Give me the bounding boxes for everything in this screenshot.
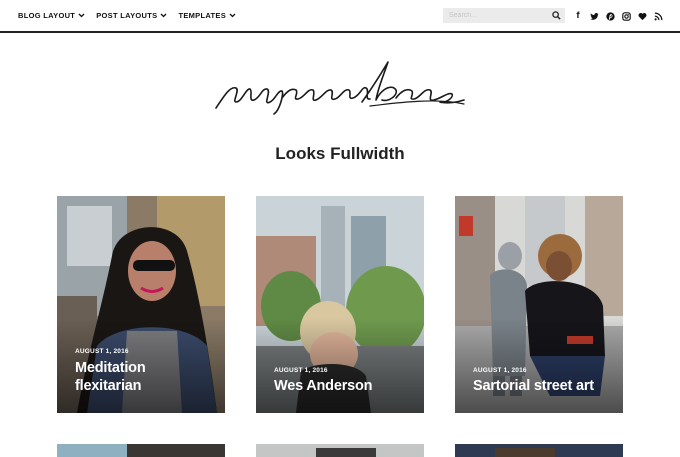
chevron-down-icon: [78, 13, 85, 18]
post-image[interactable]: [57, 444, 225, 457]
post-card[interactable]: [455, 444, 623, 457]
image-overlay: [455, 318, 623, 413]
rss-icon[interactable]: [650, 10, 666, 22]
search-icon[interactable]: [552, 11, 561, 20]
post-title[interactable]: Wes Anderson: [274, 377, 414, 395]
post-card[interactable]: AUGUST 1, 2016 Meditation flexitarian: [57, 196, 225, 413]
menu-item-post-layouts[interactable]: POST LAYOUTS: [96, 11, 167, 20]
instagram-icon[interactable]: [618, 10, 634, 22]
chevron-down-icon: [229, 13, 236, 18]
chevron-down-icon: [160, 13, 167, 18]
site-logo[interactable]: [212, 58, 468, 116]
section-title: Looks Fullwidth: [275, 144, 405, 163]
post-date: AUGUST 1, 2016: [274, 367, 328, 374]
post-date: AUGUST 1, 2016: [75, 348, 129, 355]
image-overlay: [256, 318, 424, 413]
menu-item-blog-layout[interactable]: BLOG LAYOUT: [18, 11, 85, 20]
twitter-icon[interactable]: [586, 10, 602, 22]
menu-item-label: BLOG LAYOUT: [18, 11, 76, 20]
facebook-icon[interactable]: f: [570, 10, 586, 22]
post-card[interactable]: [57, 444, 225, 457]
post-title[interactable]: Meditation flexitarian: [75, 359, 215, 395]
menu-item-templates[interactable]: TEMPLATES: [178, 11, 236, 20]
post-card[interactable]: [256, 444, 424, 457]
pinterest-icon[interactable]: [602, 10, 618, 22]
search-box: [443, 8, 565, 23]
post-card[interactable]: AUGUST 1, 2016 Wes Anderson: [256, 196, 424, 413]
main-menu: BLOG LAYOUT POST LAYOUTS TEMPLATES: [18, 0, 247, 31]
menu-item-label: POST LAYOUTS: [96, 11, 158, 20]
post-image[interactable]: [455, 444, 623, 457]
menu-item-label: TEMPLATES: [178, 11, 227, 20]
post-card[interactable]: AUGUST 1, 2016 Sartorial street art: [455, 196, 623, 413]
post-date: AUGUST 1, 2016: [473, 367, 527, 374]
post-image[interactable]: [256, 444, 424, 457]
post-title[interactable]: Sartorial street art: [473, 377, 613, 395]
top-navigation-bar: BLOG LAYOUT POST LAYOUTS TEMPLATES f: [0, 0, 680, 33]
search-input[interactable]: [443, 8, 549, 23]
social-links: f: [570, 10, 666, 22]
heart-icon[interactable]: [634, 10, 650, 22]
